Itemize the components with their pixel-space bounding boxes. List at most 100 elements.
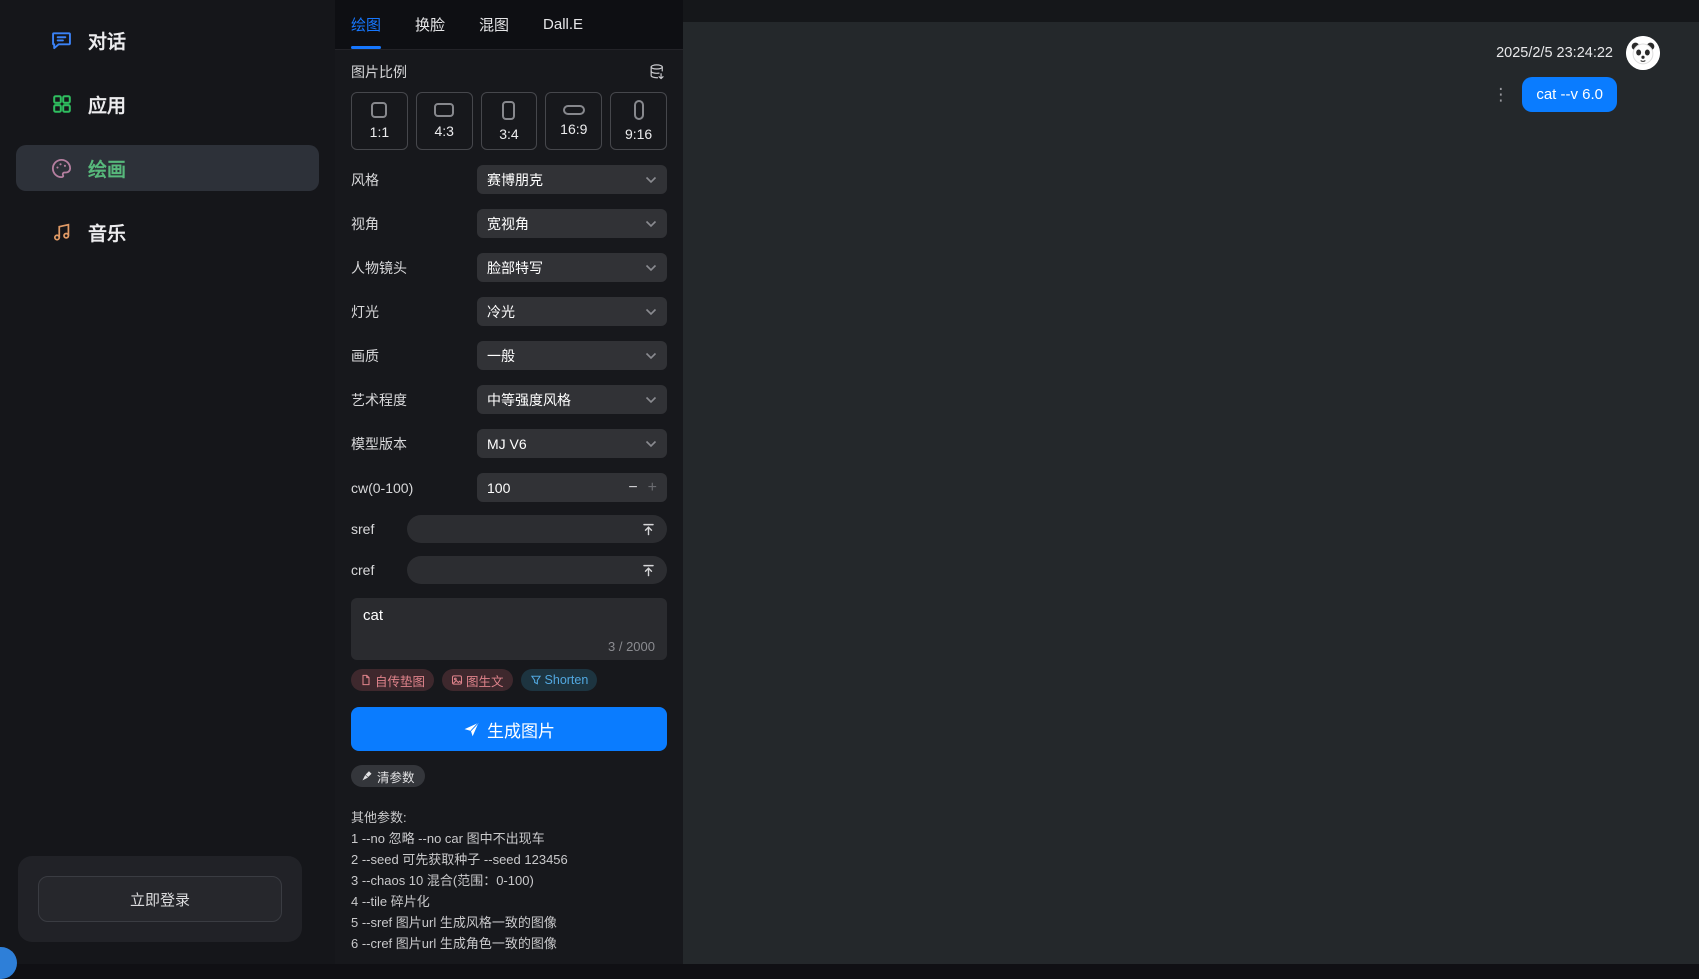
view-angle-select[interactable]: 宽视角	[477, 209, 667, 238]
character-shot-label: 人物镜头	[351, 258, 407, 278]
model-version-label: 模型版本	[351, 434, 407, 454]
upload-icon[interactable]	[641, 563, 656, 578]
ratio-option-4-3[interactable]: 4:3	[416, 92, 473, 150]
ratio-label: 9:16	[625, 126, 652, 142]
chevron-down-icon	[645, 264, 657, 272]
ratio-label: 4:3	[434, 123, 453, 139]
clear-params-label: 清参数	[377, 767, 415, 786]
help-line: 2 --seed 可先获取种子 --seed 123456	[351, 849, 667, 870]
aspect-ratio-group: 1:1 4:3 3:4 16:9 9:16	[351, 92, 667, 150]
tab-face-swap[interactable]: 换脸	[415, 0, 445, 49]
help-line: 4 --tile 碎片化	[351, 891, 667, 912]
ratio-option-3-4[interactable]: 3:4	[481, 92, 538, 150]
quality-select[interactable]: 一般	[477, 341, 667, 370]
database-save-icon[interactable]	[648, 63, 667, 82]
quality-label: 画质	[351, 346, 379, 366]
plus-button[interactable]: +	[648, 479, 657, 497]
apps-grid-icon	[50, 93, 73, 116]
ratio-label: 3:4	[499, 126, 518, 142]
image-to-text-tag[interactable]: 图生文	[442, 669, 513, 691]
tag-label: 自传垫图	[375, 671, 425, 690]
ratio-shape-icon	[371, 102, 387, 118]
artistry-select[interactable]: 中等强度风格	[477, 385, 667, 414]
prompt-tools: 自传垫图 图生文 Shorten	[351, 669, 667, 691]
upload-base-image-tag[interactable]: 自传垫图	[351, 669, 434, 691]
prompt-text: cat	[363, 607, 383, 624]
chevron-down-icon	[645, 352, 657, 360]
sidebar-item-label: 应用	[88, 91, 126, 118]
ratio-option-16-9[interactable]: 16:9	[545, 92, 602, 150]
user-message-bubble: cat --v 6.0	[1522, 77, 1617, 112]
char-counter: 3 / 2000	[608, 639, 655, 654]
sidebar-item-apps[interactable]: 应用	[16, 81, 319, 127]
floating-corner-button[interactable]	[0, 947, 17, 979]
sidebar-item-drawing[interactable]: 绘画	[16, 145, 319, 191]
ratio-section-label: 图片比例	[351, 62, 407, 82]
chevron-down-icon	[645, 176, 657, 184]
ratio-label: 16:9	[560, 121, 587, 137]
chevron-down-icon	[645, 308, 657, 316]
funnel-icon	[530, 674, 542, 686]
sidebar-item-label: 音乐	[88, 219, 126, 246]
tab-blend[interactable]: 混图	[479, 0, 509, 49]
style-select[interactable]: 赛博朋克	[477, 165, 667, 194]
sidebar: 对话 应用 绘画 音乐 立即登录	[0, 0, 335, 964]
help-line: 1 --no 忽略 --no car 图中不出现车	[351, 828, 667, 849]
lighting-select[interactable]: 冷光	[477, 297, 667, 326]
chevron-down-icon	[645, 396, 657, 404]
select-value: 脸部特写	[487, 258, 543, 278]
minus-button[interactable]: −	[628, 479, 637, 497]
tab-dalle[interactable]: Dall.E	[543, 0, 583, 49]
ratio-option-9-16[interactable]: 9:16	[610, 92, 667, 150]
select-value: 中等强度风格	[487, 390, 571, 410]
select-value: 冷光	[487, 302, 515, 322]
sref-input[interactable]	[407, 515, 667, 543]
lighting-label: 灯光	[351, 302, 379, 322]
login-button[interactable]: 立即登录	[38, 876, 282, 922]
generate-button-label: 生成图片	[487, 717, 555, 742]
help-line: 6 --cref 图片url 生成角色一致的图像	[351, 933, 667, 954]
chat-bubble-icon	[50, 29, 73, 52]
help-line: 3 --chaos 10 混合(范围：0-100)	[351, 870, 667, 891]
drawing-settings-panel: 绘图 换脸 混图 Dall.E 图片比例 1:1 4:3 3:4	[335, 0, 683, 964]
upload-icon[interactable]	[641, 522, 656, 537]
sidebar-item-label: 绘画	[88, 155, 126, 182]
character-shot-select[interactable]: 脸部特写	[477, 253, 667, 282]
sidebar-item-music[interactable]: 音乐	[16, 209, 319, 255]
message-menu-icon[interactable]: ⋮	[1492, 86, 1509, 103]
model-version-select[interactable]: MJ V6	[477, 429, 667, 458]
message-timestamp: 2025/2/5 23:24:22	[1496, 45, 1613, 61]
artistry-label: 艺术程度	[351, 390, 407, 410]
ratio-shape-icon	[634, 100, 644, 120]
cw-value[interactable]: 100	[487, 480, 628, 496]
select-value: 赛博朋克	[487, 170, 543, 190]
cref-label: cref	[351, 562, 374, 578]
help-title: 其他参数:	[351, 807, 667, 828]
ratio-shape-icon	[502, 101, 515, 120]
cref-input[interactable]	[407, 556, 667, 584]
other-params-help: 其他参数: 1 --no 忽略 --no car 图中不出现车 2 --seed…	[351, 807, 667, 954]
tab-draw[interactable]: 绘图	[351, 0, 381, 49]
generate-image-button[interactable]: 生成图片	[351, 707, 667, 751]
sidebar-nav: 对话 应用 绘画 音乐	[0, 0, 335, 255]
style-label: 风格	[351, 170, 379, 190]
cw-stepper[interactable]: 100 − +	[477, 473, 667, 502]
send-icon	[463, 721, 480, 738]
chevron-down-icon	[645, 440, 657, 448]
prompt-textarea[interactable]: cat 3 / 2000	[351, 598, 667, 660]
ratio-shape-icon	[434, 103, 454, 117]
tag-label: 图生文	[466, 671, 504, 690]
help-line: 5 --sref 图片url 生成风格一致的图像	[351, 912, 667, 933]
select-value: 一般	[487, 346, 515, 366]
sidebar-item-label: 对话	[88, 27, 126, 54]
select-value: MJ V6	[487, 436, 527, 452]
sidebar-item-chat[interactable]: 对话	[16, 17, 319, 63]
shorten-tag[interactable]: Shorten	[521, 669, 598, 691]
chevron-down-icon	[645, 220, 657, 228]
ratio-option-1-1[interactable]: 1:1	[351, 92, 408, 150]
panda-avatar	[1626, 36, 1660, 70]
chat-top-shade	[683, 0, 1699, 22]
tag-label: Shorten	[545, 673, 589, 687]
clear-params-tag[interactable]: 清参数	[351, 765, 425, 787]
settings-content: 图片比例 1:1 4:3 3:4 16:9	[335, 50, 683, 964]
